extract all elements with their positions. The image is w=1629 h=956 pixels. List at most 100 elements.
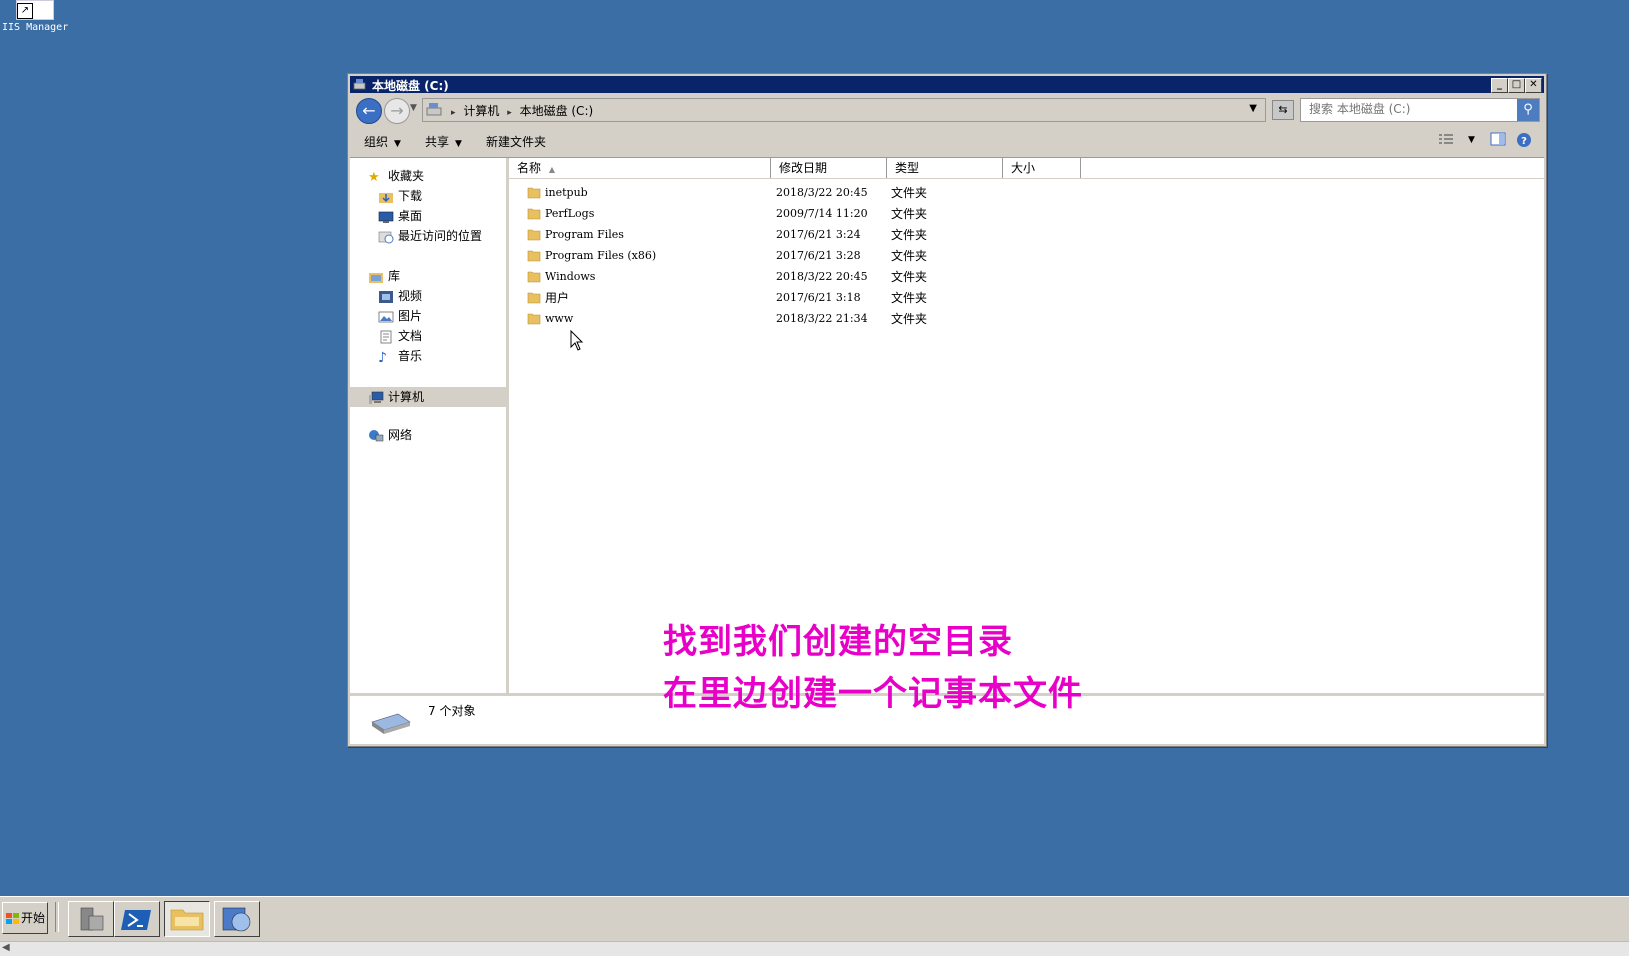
file-name: inetpub bbox=[545, 186, 588, 199]
preview-pane-button[interactable] bbox=[1490, 132, 1506, 150]
file-row[interactable]: Windows 2018/3/22 20:45 文件夹 bbox=[509, 267, 1129, 287]
share-button[interactable]: 共享 ▼ bbox=[425, 133, 462, 150]
drive-icon bbox=[353, 79, 366, 90]
file-row[interactable]: PerfLogs 2009/7/14 11:20 文件夹 bbox=[509, 204, 1129, 224]
close-button[interactable]: ✕ bbox=[1525, 78, 1542, 93]
breadcrumb-computer[interactable]: 计算机 bbox=[463, 104, 499, 118]
file-row[interactable]: Program Files (x86) 2017/6/21 3:28 文件夹 bbox=[509, 246, 1129, 266]
file-modified: 2018/3/22 21:34 bbox=[776, 312, 868, 325]
recent-pages-dropdown[interactable]: ▼ bbox=[410, 103, 417, 113]
details-view-icon bbox=[1439, 134, 1453, 144]
nav-videos-label: 视频 bbox=[398, 289, 423, 303]
address-dropdown-icon[interactable]: ▼ bbox=[1249, 103, 1257, 114]
nav-recent-label: 最近访问的位置 bbox=[398, 229, 483, 243]
refresh-button[interactable]: ⇆ bbox=[1272, 100, 1294, 120]
new-folder-button[interactable]: 新建文件夹 bbox=[486, 133, 546, 150]
nav-documents[interactable]: 文档 bbox=[378, 327, 422, 344]
maximize-button[interactable]: □ bbox=[1508, 78, 1525, 93]
view-options-button[interactable] bbox=[1438, 132, 1454, 150]
forward-button[interactable]: → bbox=[384, 98, 410, 124]
search-button[interactable]: ⚲ bbox=[1517, 99, 1539, 121]
refresh-icon: ⇆ bbox=[1278, 103, 1288, 116]
view-dropdown-icon[interactable]: ▼ bbox=[1468, 135, 1475, 153]
column-size[interactable]: 大小 bbox=[1003, 158, 1081, 178]
file-row[interactable]: www 2018/3/22 21:34 文件夹 bbox=[509, 309, 1129, 329]
nav-downloads[interactable]: 下载 bbox=[378, 187, 422, 204]
column-modified[interactable]: 修改日期 bbox=[771, 158, 887, 178]
start-button[interactable]: 开始 bbox=[2, 902, 48, 934]
taskbar-server-manager[interactable] bbox=[68, 901, 114, 937]
file-type: 文件夹 bbox=[891, 291, 928, 305]
network-icon bbox=[369, 429, 384, 441]
file-modified: 2018/3/22 20:45 bbox=[776, 186, 868, 199]
scroll-left-icon[interactable]: ◀ bbox=[2, 942, 10, 953]
taskbar-divider bbox=[55, 902, 59, 932]
powershell-icon bbox=[121, 910, 151, 930]
explorer-window: 本地磁盘 (C:) _ □ ✕ ← → ▼ ▸ 计算机 ▸ 本地磁盘 (C:) … bbox=[347, 73, 1547, 747]
title-bar[interactable]: 本地磁盘 (C:) _ □ ✕ bbox=[350, 76, 1544, 93]
file-row[interactable]: inetpub 2018/3/22 20:45 文件夹 bbox=[509, 183, 1129, 203]
nav-desktop[interactable]: 桌面 bbox=[378, 207, 422, 224]
search-box[interactable]: ⚲ bbox=[1300, 98, 1540, 122]
folder-icon bbox=[527, 187, 541, 199]
folder-icon bbox=[527, 250, 541, 262]
iis-manager-desktop-icon[interactable]: ↗ IIS Manager bbox=[2, 0, 92, 40]
taskbar: 开始 ◀ bbox=[0, 896, 1629, 956]
back-button[interactable]: ← bbox=[356, 98, 382, 124]
column-type[interactable]: 类型 bbox=[887, 158, 1003, 178]
library-icon bbox=[369, 272, 383, 283]
breadcrumb: ▸ 计算机 ▸ 本地磁盘 (C:) bbox=[447, 102, 593, 119]
windows-logo-icon bbox=[6, 912, 19, 924]
nav-network-label: 网络 bbox=[388, 428, 413, 442]
file-name: Program Files bbox=[545, 228, 624, 241]
taskbar-explorer[interactable] bbox=[164, 901, 210, 937]
file-name: 用户 bbox=[545, 291, 570, 305]
column-name-label: 名称 bbox=[517, 161, 542, 175]
nav-network[interactable]: 网络 bbox=[368, 426, 412, 443]
file-row[interactable]: 用户 2017/6/21 3:18 文件夹 bbox=[509, 288, 1129, 308]
breadcrumb-local-disk[interactable]: 本地磁盘 (C:) bbox=[520, 104, 594, 118]
nav-videos[interactable]: 视频 bbox=[378, 287, 422, 304]
breadcrumb-separator-icon[interactable]: ▸ bbox=[507, 108, 512, 118]
address-bar[interactable]: ▸ 计算机 ▸ 本地磁盘 (C:) ▼ bbox=[422, 98, 1266, 122]
nav-desktop-label: 桌面 bbox=[398, 209, 423, 223]
taskbar-powershell[interactable] bbox=[114, 901, 160, 937]
computer-icon bbox=[369, 391, 384, 404]
minimize-button[interactable]: _ bbox=[1491, 78, 1508, 93]
sort-ascending-icon: ▲ bbox=[548, 165, 555, 174]
preview-pane-icon bbox=[1490, 132, 1506, 146]
content-area: ★ 收藏夹 下载 桌面 最近访问的位置 库 视频 图片 文档 ♪ 音乐 计算机 … bbox=[350, 157, 1544, 693]
breadcrumb-separator-icon[interactable]: ▸ bbox=[451, 108, 456, 118]
file-name: Windows bbox=[545, 270, 596, 283]
arrow-right-icon: → bbox=[390, 101, 404, 120]
nav-libraries[interactable]: 库 bbox=[368, 267, 400, 284]
help-button[interactable]: ? bbox=[1516, 132, 1532, 150]
video-icon bbox=[379, 290, 393, 303]
iis-manager-taskbar-icon bbox=[222, 907, 251, 932]
nav-pictures[interactable]: 图片 bbox=[378, 307, 422, 324]
search-input[interactable] bbox=[1301, 99, 1527, 119]
nav-documents-label: 文档 bbox=[398, 329, 423, 343]
nav-music-label: 音乐 bbox=[398, 349, 423, 363]
desktop-icon-label: IIS Manager bbox=[2, 22, 69, 33]
file-type: 文件夹 bbox=[891, 186, 928, 200]
nav-favorites[interactable]: ★ 收藏夹 bbox=[368, 167, 424, 185]
folder-icon bbox=[527, 208, 541, 220]
column-name[interactable]: 名称 ▲ bbox=[509, 158, 771, 178]
drive-icon bbox=[371, 713, 411, 734]
file-row[interactable]: Program Files 2017/6/21 3:24 文件夹 bbox=[509, 225, 1129, 245]
nav-recent-places[interactable]: 最近访问的位置 bbox=[378, 227, 482, 244]
folder-icon bbox=[527, 271, 541, 283]
arrow-left-icon: ← bbox=[362, 101, 376, 120]
annotation-line-2: 在里边创建一个记事本文件 bbox=[663, 674, 1083, 714]
file-modified: 2017/6/21 3:28 bbox=[776, 249, 861, 262]
file-name: Program Files (x86) bbox=[545, 249, 657, 262]
command-bar: 组织 ▼ 共享 ▼ 新建文件夹 ▼ ? bbox=[350, 127, 1544, 155]
nav-music[interactable]: ♪ 音乐 bbox=[378, 347, 423, 366]
nav-computer[interactable]: 计算机 bbox=[350, 387, 506, 407]
organize-button[interactable]: 组织 ▼ bbox=[364, 133, 401, 150]
taskbar-iis-manager[interactable] bbox=[214, 901, 260, 937]
iis-manager-icon: ↗ bbox=[16, 0, 54, 20]
server-manager-icon bbox=[80, 907, 104, 931]
file-type: 文件夹 bbox=[891, 312, 928, 326]
